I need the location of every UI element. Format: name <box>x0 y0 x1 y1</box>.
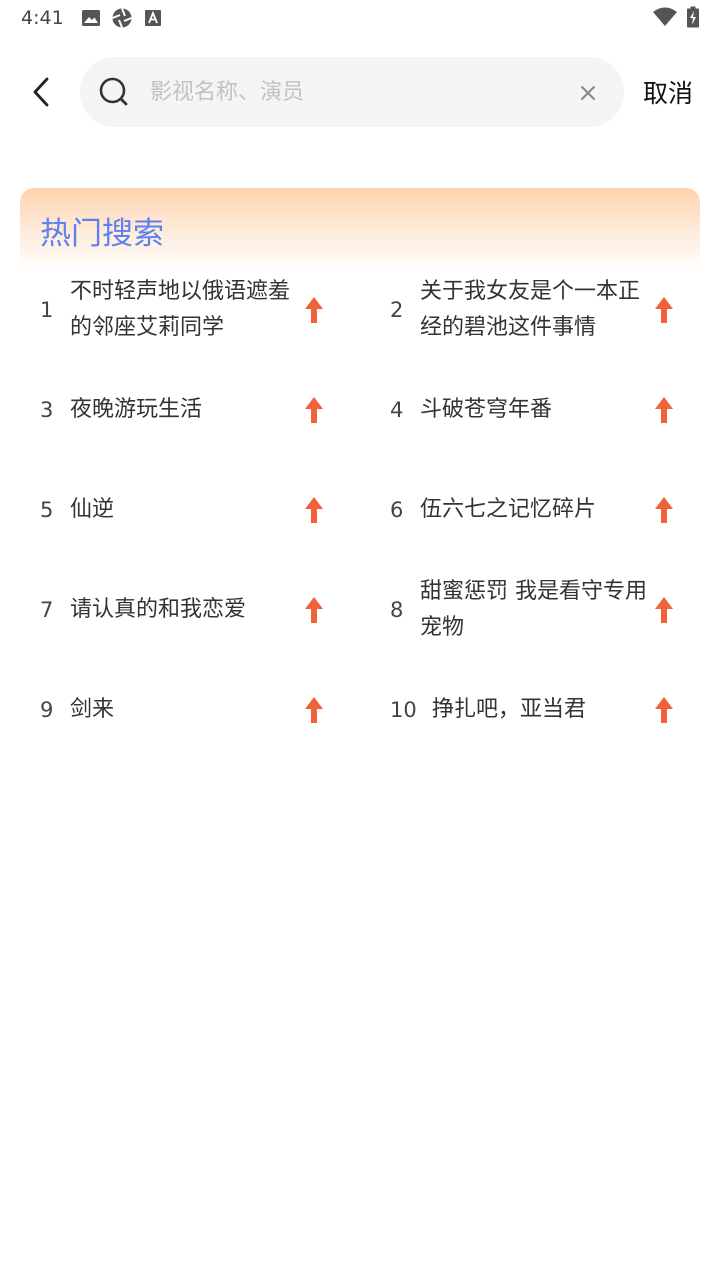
hot-search-rank: 4 <box>390 398 404 422</box>
search-bar: 取消 <box>0 56 720 128</box>
status-time: 4:41 <box>21 7 64 29</box>
trending-up-arrow-icon <box>305 697 323 723</box>
hot-search-item[interactable]: 8 甜蜜惩罚 我是看守专用宠物 <box>390 560 700 660</box>
back-button[interactable] <box>22 72 60 112</box>
wifi-icon <box>653 7 677 26</box>
aperture-icon <box>112 8 132 28</box>
hot-search-text: 斗破苍穹年番 <box>420 397 553 422</box>
trending-up-arrow-icon <box>655 597 673 623</box>
hot-search-text: 仙逆 <box>70 497 115 522</box>
trending-up-arrow-icon <box>655 697 673 723</box>
trending-up-arrow-icon <box>305 497 323 523</box>
hot-search-rank: 7 <box>40 598 54 622</box>
search-icon <box>99 77 128 106</box>
trending-up-arrow-icon <box>655 397 673 423</box>
hot-search-item[interactable]: 2 关于我女友是个一本正经的碧池这件事情 <box>390 260 700 360</box>
hot-search-text: 甜蜜惩罚 我是看守专用宠物 <box>420 579 647 640</box>
battery-charging-icon <box>687 6 699 28</box>
search-box[interactable] <box>80 57 624 127</box>
hot-search-title: 热门搜索 <box>40 216 164 252</box>
hot-search-item[interactable]: 1 不时轻声地以俄语遮羞的邻座艾莉同学 <box>40 260 350 360</box>
trending-up-arrow-icon <box>305 397 323 423</box>
hot-search-text: 挣扎吧，亚当君 <box>432 697 587 722</box>
close-icon <box>581 86 595 100</box>
hot-search-rank: 8 <box>390 598 404 622</box>
hot-search-item[interactable]: 10 挣扎吧，亚当君 <box>390 660 700 760</box>
hot-search-item[interactable]: 3 夜晚游玩生活 <box>40 360 350 460</box>
status-icons-right <box>652 6 700 28</box>
trending-up-arrow-icon <box>305 597 323 623</box>
trending-up-arrow-icon <box>655 297 673 323</box>
hot-search-item[interactable]: 5 仙逆 <box>40 460 350 560</box>
hot-search-rank: 2 <box>390 298 404 322</box>
hot-search-rank: 10 <box>390 698 417 722</box>
hot-search-panel: 热门搜索 1 不时轻声地以俄语遮羞的邻座艾莉同学 2 关于我女友是个一本正经的碧… <box>20 188 700 723</box>
hot-search-item[interactable]: 7 请认真的和我恋爱 <box>40 560 350 660</box>
hot-search-item[interactable]: 4 斗破苍穹年番 <box>390 360 700 460</box>
trending-up-arrow-icon <box>655 497 673 523</box>
font-a-icon <box>145 10 161 26</box>
hot-search-text: 不时轻声地以俄语遮羞的邻座艾莉同学 <box>70 279 291 340</box>
hot-search-text: 夜晚游玩生活 <box>70 397 203 422</box>
hot-search-rank: 1 <box>40 298 54 322</box>
status-bar: 4:41 <box>0 0 720 36</box>
hot-search-text: 请认真的和我恋爱 <box>70 597 247 622</box>
hot-search-item[interactable]: 6 伍六七之记忆碎片 <box>390 460 700 560</box>
hot-search-item[interactable]: 9 剑来 <box>40 660 350 760</box>
search-input[interactable] <box>150 71 560 113</box>
status-icons-left <box>80 7 164 29</box>
clear-button[interactable] <box>574 79 602 107</box>
hot-search-rank: 6 <box>390 498 404 522</box>
chevron-left-icon <box>33 77 49 107</box>
trending-up-arrow-icon <box>305 297 323 323</box>
cancel-button[interactable]: 取消 <box>643 74 693 110</box>
hot-search-rank: 3 <box>40 398 54 422</box>
hot-search-text: 伍六七之记忆碎片 <box>420 497 597 522</box>
hot-search-rank: 5 <box>40 498 54 522</box>
hot-search-rank: 9 <box>40 698 54 722</box>
hot-search-text: 剑来 <box>70 697 115 722</box>
hot-search-text: 关于我女友是个一本正经的碧池这件事情 <box>420 279 641 340</box>
image-icon <box>82 10 100 26</box>
